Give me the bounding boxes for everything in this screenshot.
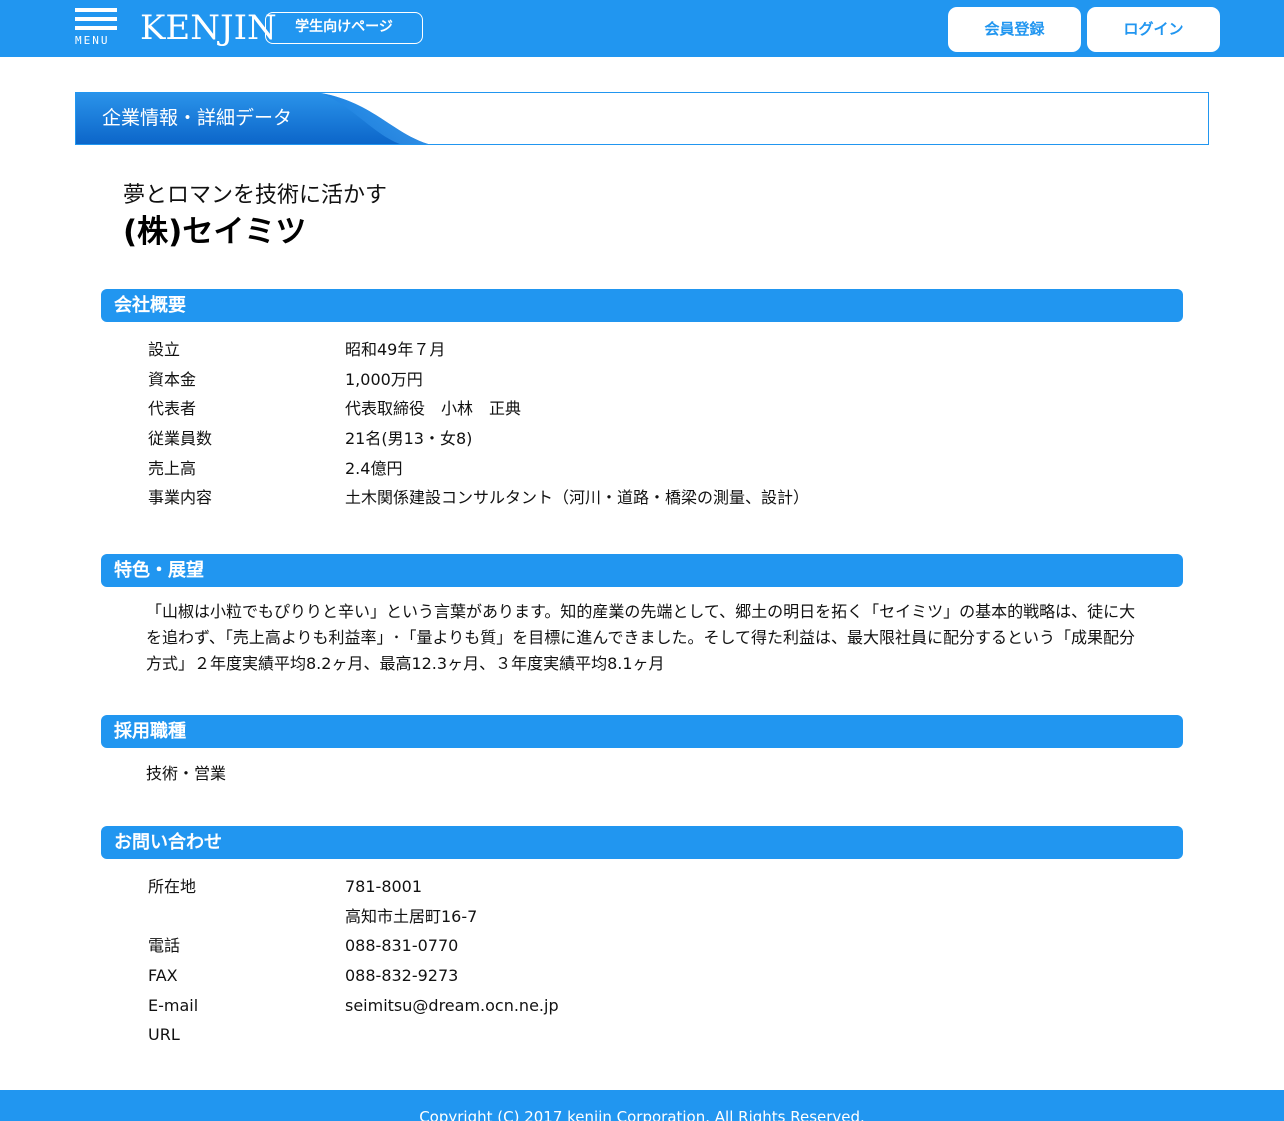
- row-label: FAX: [148, 966, 178, 985]
- features-text: 「山椒は小粒でもぴりりと辛い」という言葉があります。知的産業の先端として、郷土の…: [146, 602, 1136, 673]
- register-button[interactable]: 会員登録: [948, 7, 1081, 52]
- row-value: 昭和49年７月: [345, 340, 446, 359]
- row-value: 21名(男13・女8): [345, 429, 473, 448]
- company-name: (株)セイミツ: [123, 214, 307, 250]
- contact-row-address-line: 高知市土居町16-7: [148, 903, 1148, 931]
- row-label: 資本金: [148, 370, 197, 389]
- hamburger-icon-bar: [75, 26, 117, 30]
- top-header-bar: MENU KENJIN 学生向けページ 会員登録 ログイン: [0, 0, 1284, 57]
- menu-button[interactable]: MENU: [75, 8, 117, 50]
- row-value: 代表取締役 小林 正典: [345, 399, 522, 418]
- contact-row-fax: FAX 088-832-9273: [148, 962, 1148, 990]
- address-line: 高知市土居町16-7: [345, 907, 478, 926]
- kenjin-logo[interactable]: KENJIN: [140, 7, 277, 51]
- overview-row-capital: 資本金 1,000万円: [148, 366, 1148, 394]
- row-value: 2.4億円: [345, 459, 403, 478]
- row-label: 所在地: [148, 877, 197, 896]
- email-link[interactable]: seimitsu@dream.ocn.ne.jp: [345, 992, 559, 1020]
- row-label: 売上高: [148, 459, 197, 478]
- jobs-text: 技術・営業: [146, 764, 227, 783]
- contact-row-url: URL: [148, 1021, 1148, 1049]
- student-page-button[interactable]: 学生向けページ: [265, 12, 423, 44]
- row-label: 従業員数: [148, 429, 213, 448]
- row-label: URL: [148, 1025, 180, 1044]
- contact-heading: お問い合わせ: [101, 826, 1183, 859]
- row-label: 代表者: [148, 399, 197, 418]
- row-value: 1,000万円: [345, 370, 423, 389]
- overview-heading: 会社概要: [101, 289, 1183, 322]
- row-label: 電話: [148, 936, 181, 955]
- row-label: 事業内容: [148, 488, 213, 507]
- features-heading: 特色・展望: [101, 554, 1183, 587]
- row-label: E-mail: [148, 996, 199, 1015]
- overview-row-business: 事業内容 土木関係建設コンサルタント（河川・道路・橋梁の測量、設計）: [148, 484, 1148, 512]
- contact-row-phone: 電話 088-831-0770: [148, 932, 1148, 960]
- overview-row-employees: 従業員数 21名(男13・女8): [148, 425, 1148, 453]
- login-button[interactable]: ログイン: [1087, 7, 1220, 52]
- contact-row-address: 所在地 781-8001: [148, 873, 1148, 901]
- jobs-heading: 採用職種: [101, 715, 1183, 748]
- copyright-text: Copyright (C) 2017 kenjin Corporation. A…: [419, 1108, 865, 1121]
- menu-label: MENU: [75, 34, 110, 47]
- row-label: 設立: [148, 340, 181, 359]
- footer-bar: Copyright (C) 2017 kenjin Corporation. A…: [0, 1090, 1284, 1121]
- section-banner: 企業情報・詳細データ: [75, 92, 1209, 145]
- row-value: 土木関係建設コンサルタント（河川・道路・橋梁の測量、設計）: [345, 488, 810, 507]
- banner-title: 企業情報・詳細データ: [102, 107, 293, 129]
- overview-row-representative: 代表者 代表取締役 小林 正典: [148, 395, 1148, 423]
- phone-number[interactable]: 088-831-0770: [345, 932, 458, 960]
- overview-row-sales: 売上高 2.4億円: [148, 455, 1148, 483]
- hamburger-icon: [75, 8, 117, 12]
- company-tagline: 夢とロマンを技術に活かす: [123, 183, 388, 208]
- hamburger-icon-bar: [75, 17, 117, 21]
- fax-number: 088-832-9273: [345, 966, 459, 985]
- overview-row-founded: 設立 昭和49年７月: [148, 336, 1148, 364]
- postal-code: 781-8001: [345, 877, 423, 896]
- contact-row-email: E-mail seimitsu@dream.ocn.ne.jp: [148, 992, 1148, 1020]
